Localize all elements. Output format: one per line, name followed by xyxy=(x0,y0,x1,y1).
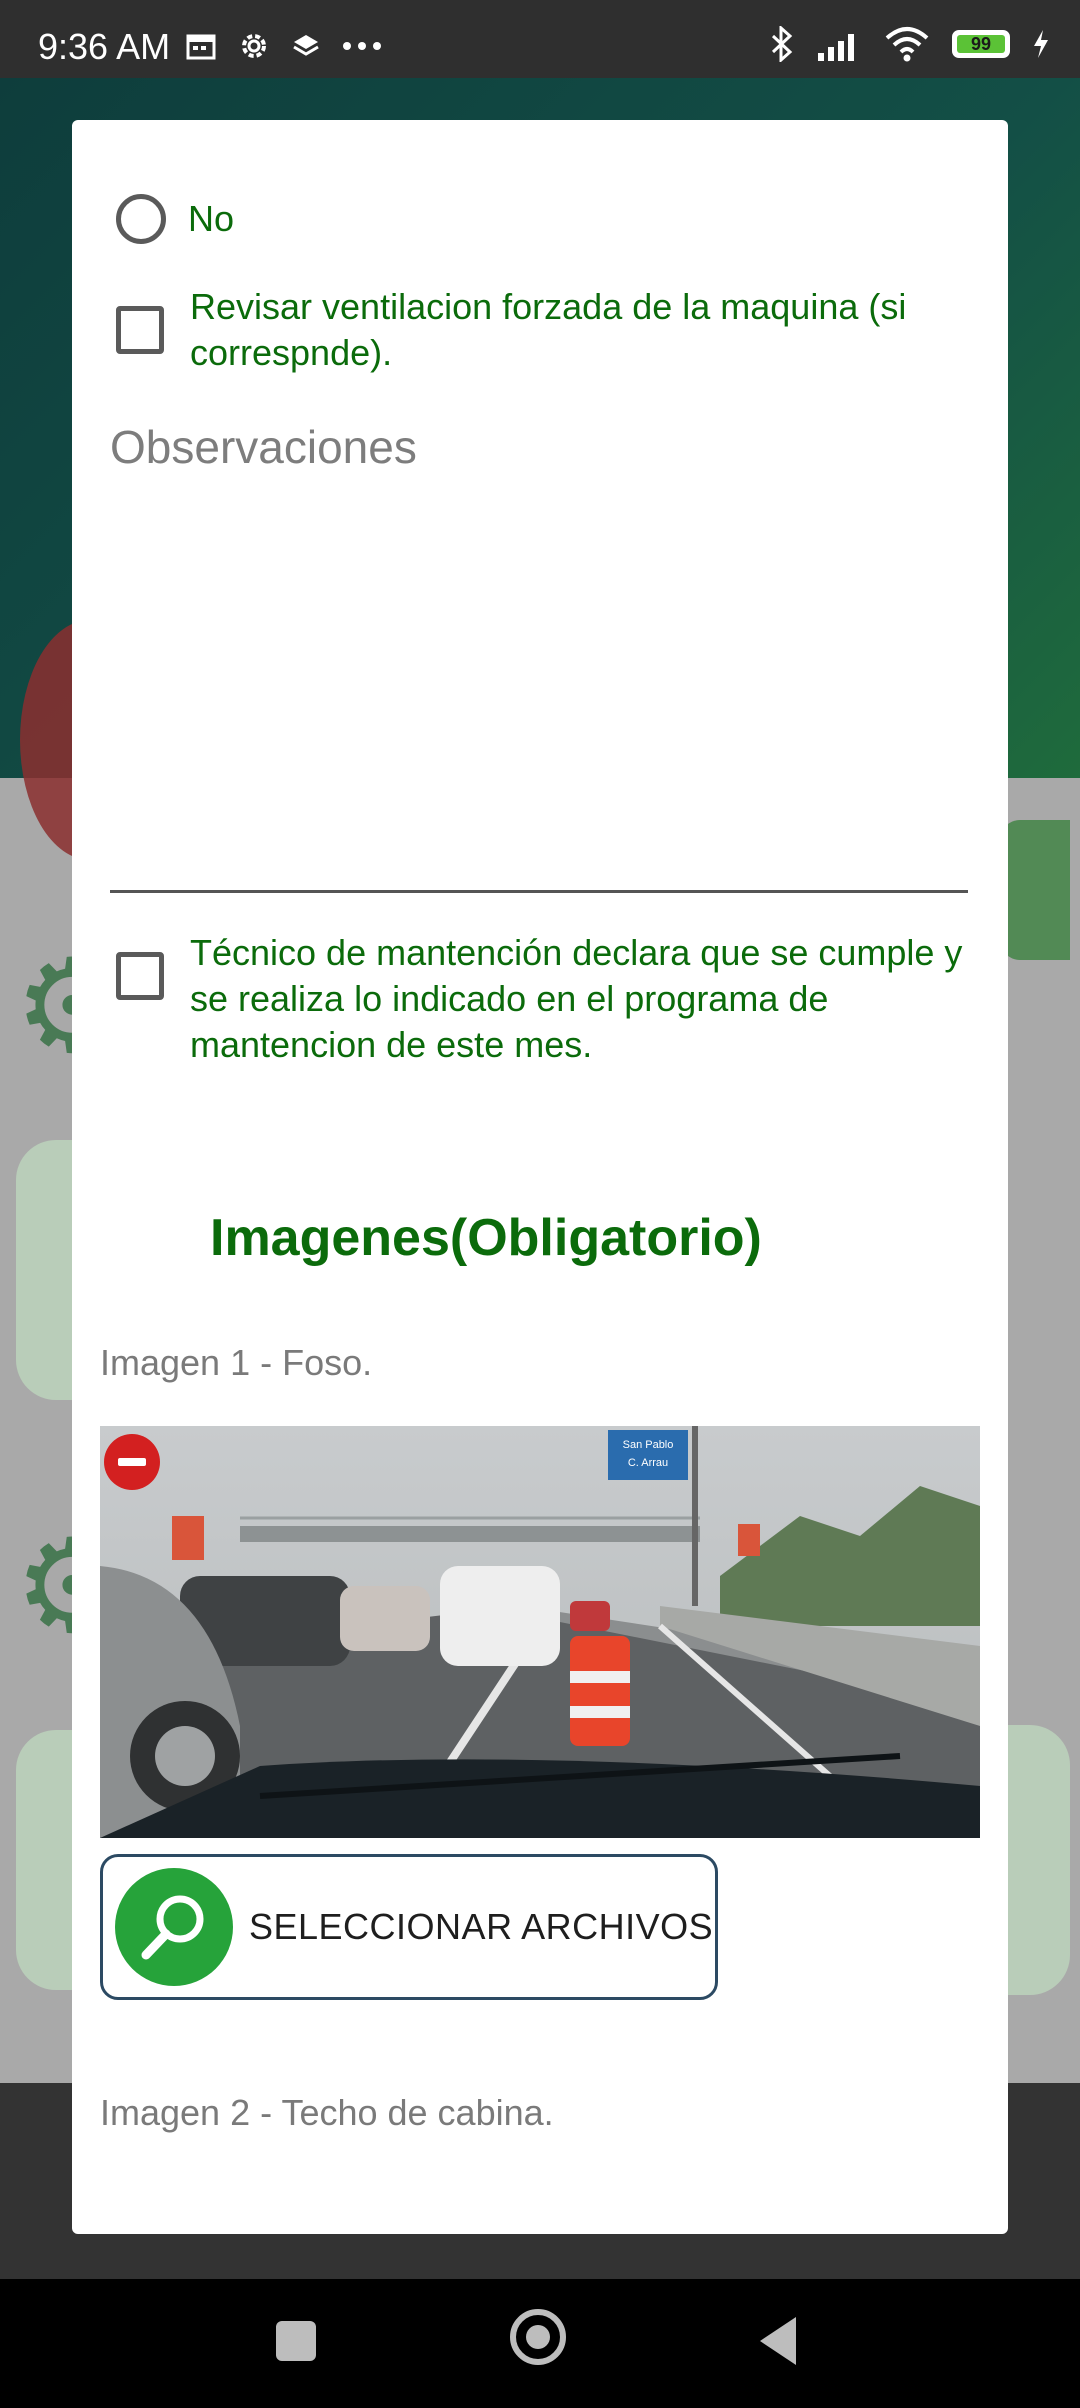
charging-icon xyxy=(1034,30,1048,58)
select-files-button[interactable]: SELECCIONAR ARCHIVOS xyxy=(100,1854,718,2000)
battery-icon: 99 xyxy=(952,30,1010,58)
checklist-dialog: No Revisar ventilacion forzada de la maq… xyxy=(72,120,1008,2234)
bluetooth-icon xyxy=(771,26,793,62)
image1-label: Imagen 1 - Foso. xyxy=(100,1342,373,1383)
wifi-icon xyxy=(885,27,929,62)
checkbox-label: Revisar ventilacion forzada de la maquin… xyxy=(190,286,907,373)
observations-placeholder: Observaciones xyxy=(110,421,417,473)
calendar-icon xyxy=(186,34,216,60)
more-dots-icon xyxy=(343,42,381,50)
back-button[interactable] xyxy=(760,2317,796,2365)
background-green-button xyxy=(1000,820,1070,960)
checkbox-ventilation[interactable]: Revisar ventilacion forzada de la maquin… xyxy=(116,284,976,376)
radio-label: No xyxy=(188,198,235,239)
checkbox[interactable] xyxy=(116,306,164,354)
remove-image-button[interactable] xyxy=(104,1434,160,1490)
navigation-bar xyxy=(0,2279,1080,2408)
image2-label: Imagen 2 - Techo de cabina. xyxy=(100,2092,554,2133)
image1-photo: San Pablo C. Arrau xyxy=(100,1426,980,1838)
checkbox-declaration[interactable]: Técnico de mantención declara que se cum… xyxy=(116,930,976,1068)
home-button[interactable] xyxy=(510,2309,566,2365)
checkbox-label: Técnico de mantención declara que se cum… xyxy=(190,932,963,1065)
select-files-label: SELECCIONAR ARCHIVOS xyxy=(249,1906,714,1947)
gear-icon xyxy=(242,34,266,58)
signal-icon xyxy=(818,34,854,61)
highway-photo: San Pablo C. Arrau xyxy=(100,1426,980,1838)
battery-level: 99 xyxy=(957,35,1005,53)
images-section-title: Imagenes(Obligatorio) xyxy=(210,1209,762,1267)
recents-button[interactable] xyxy=(276,2321,316,2361)
sign-line2: C. Arrau xyxy=(628,1457,668,1469)
background-card xyxy=(1000,1725,1070,1995)
search-icon xyxy=(115,1868,233,1986)
layers-icon xyxy=(293,35,319,56)
radio-no-option[interactable]: No xyxy=(116,194,234,244)
status-bar: 9:36 AM 99 xyxy=(0,0,1080,78)
radio-button[interactable] xyxy=(116,194,166,244)
sign-line1: San Pablo xyxy=(623,1439,674,1451)
checkbox[interactable] xyxy=(116,952,164,1000)
minus-icon xyxy=(118,1458,146,1466)
observations-textarea[interactable] xyxy=(110,500,968,893)
status-time: 9:36 AM xyxy=(38,26,171,67)
